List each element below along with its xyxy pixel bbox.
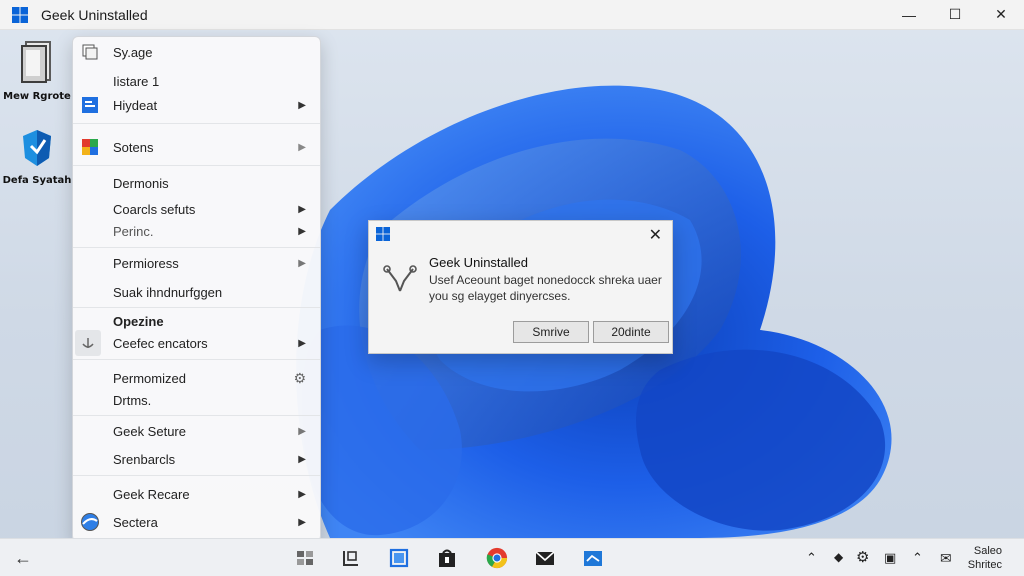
menu-separator xyxy=(73,123,320,124)
chevron-up-icon[interactable]: ⌃ xyxy=(912,550,923,566)
menu-item-label: Permioress xyxy=(113,255,179,271)
menu-item-label: Hiydeat xyxy=(113,97,158,113)
menu-item-label: Perinc. xyxy=(113,223,154,239)
desktop-icon-1[interactable]: Mew Rgrote xyxy=(0,40,74,102)
menu-item[interactable]: Sotens ▶ xyxy=(73,135,320,159)
snip-tool-icon[interactable] xyxy=(340,547,362,569)
dialog-button-secondary[interactable]: 20dinte xyxy=(593,321,669,343)
menu-item-label: Srenbarcls xyxy=(113,451,176,467)
menu-separator xyxy=(73,475,320,476)
task-view-icon[interactable] xyxy=(294,547,316,569)
chevron-right-icon: ▶ xyxy=(298,516,306,528)
menu-item-label: Opezine xyxy=(113,313,164,329)
context-menu: Sy.age Iistare 1 Hiydeat ▶ Sotens ▶ Derm… xyxy=(72,36,321,542)
chevron-right-icon: ▶ xyxy=(298,488,306,500)
dialog-button-primary[interactable]: Smrive xyxy=(513,321,589,343)
chevron-right-icon: ▶ xyxy=(298,257,306,269)
chevron-right-icon: ▶ xyxy=(298,99,306,111)
menu-item[interactable]: Sectera ▶ xyxy=(73,510,320,534)
dialog-title: Geek Uninstalled xyxy=(429,255,528,270)
mail-icon[interactable] xyxy=(534,547,556,569)
menu-separator xyxy=(73,247,320,248)
shield-app-icon xyxy=(23,130,51,166)
menu-item-label: Geek Recare xyxy=(113,486,190,502)
chrome-icon[interactable] xyxy=(486,547,508,569)
settings-glyph-icon: ⚙ xyxy=(293,369,306,386)
copy-icon xyxy=(79,41,101,63)
menu-item-label: Geek Seture xyxy=(113,423,186,439)
globe-icon xyxy=(79,511,101,533)
menu-item[interactable]: Srenbarcls ▶ xyxy=(73,447,320,471)
menu-section-header: Opezine xyxy=(73,309,320,333)
desktop-icon-label: Defa Syatah xyxy=(2,175,72,186)
menu-item-label: Dermonis xyxy=(113,175,169,191)
chevron-right-icon: ▶ xyxy=(298,203,306,215)
blue-app-icon xyxy=(79,94,101,116)
network-icon[interactable]: ✉ xyxy=(940,550,952,567)
settings-app-icon[interactable] xyxy=(582,547,604,569)
menu-item[interactable]: Coarcls sefuts ▶ xyxy=(73,197,320,221)
menu-item[interactable]: Permomized ⚙ xyxy=(73,366,320,390)
menu-item-label: Sotens xyxy=(113,139,154,155)
dialog-message: Usef Aceount baget nonedocck shreka uaer… xyxy=(429,273,662,303)
menu-item[interactable]: Ceefec encators ▶ xyxy=(73,330,320,356)
uninstall-wrench-icon xyxy=(383,265,417,292)
color-app-icon xyxy=(79,136,101,158)
back-button[interactable]: ← xyxy=(12,547,34,569)
chevron-right-icon: ▶ xyxy=(298,337,306,349)
tray-clock[interactable]: Saleo Shritec xyxy=(968,544,1002,572)
menu-item-label: Suak ihndnurfggen xyxy=(113,284,223,300)
menu-item[interactable]: Geek Recare ▶ xyxy=(73,482,320,506)
title-bar: Geek Uninstalled — ☐ ✕ xyxy=(0,0,1024,30)
menu-item-label: Sectera xyxy=(113,514,158,530)
menu-item[interactable]: Drtms. xyxy=(73,388,320,412)
menu-item[interactable]: Sy.age xyxy=(73,40,320,64)
chevron-right-icon: ▶ xyxy=(298,225,306,237)
menu-item-label: Sy.age xyxy=(113,44,153,60)
chevron-up-icon[interactable]: ⌃ xyxy=(806,550,817,566)
document-icon xyxy=(21,41,51,83)
chevron-right-icon: ▶ xyxy=(298,141,306,153)
windows-logo-icon xyxy=(376,227,390,241)
anchor-icon xyxy=(75,330,101,356)
windows-logo-icon xyxy=(12,6,28,23)
menu-item-label: Iistare 1 xyxy=(113,73,160,89)
menu-separator xyxy=(73,307,320,308)
dialog-close-button[interactable]: ✕ xyxy=(649,225,662,245)
menu-item[interactable]: Dermonis xyxy=(73,171,320,195)
file-explorer-icon[interactable] xyxy=(388,547,410,569)
clock-line-2: Shritec xyxy=(967,559,1002,571)
menu-item[interactable]: Iistare 1 xyxy=(73,69,320,93)
menu-item[interactable]: Suak ihndnurfggen xyxy=(73,280,320,304)
clock-line-1: Saleo xyxy=(973,545,1002,557)
menu-item-label: Coarcls sefuts xyxy=(113,201,196,217)
chevron-right-icon: ▶ xyxy=(298,453,306,465)
menu-item[interactable]: Hiydeat ▶ xyxy=(73,93,320,117)
chevron-right-icon: ▶ xyxy=(298,425,306,437)
menu-separator xyxy=(73,165,320,166)
menu-item-label: Permomized xyxy=(113,370,186,386)
pen-icon[interactable]: ◆ xyxy=(834,550,843,564)
desktop-icon-label: Mew Rgrote xyxy=(3,91,71,102)
uac-dialog: ✕ Geek Uninstalled Usef Aceount baget no… xyxy=(368,220,673,354)
gear-icon[interactable]: ⚙ xyxy=(856,548,869,566)
maximize-button[interactable]: ☐ xyxy=(932,0,978,30)
menu-item-label: Ceefec encators xyxy=(113,335,208,351)
menu-item[interactable]: Geek Seture ▶ xyxy=(73,419,320,443)
menu-item-label: Drtms. xyxy=(113,392,152,408)
menu-separator xyxy=(73,359,320,360)
minimize-button[interactable]: — xyxy=(886,0,932,30)
taskbar: ← ⌃ ◆ ⚙ ▣ ⌃ ✉ Saleo Shritec xyxy=(0,538,1024,576)
display-icon[interactable]: ▣ xyxy=(884,550,896,566)
menu-item[interactable]: Permioress ▶ xyxy=(73,251,320,275)
menu-item[interactable]: Perinc. ▶ xyxy=(73,219,320,243)
store-icon[interactable] xyxy=(436,547,458,569)
close-button[interactable]: ✕ xyxy=(978,0,1024,30)
desktop-icon-2[interactable]: Defa Syatah xyxy=(0,128,74,186)
window-title: Geek Uninstalled xyxy=(41,6,148,23)
menu-separator xyxy=(73,415,320,416)
